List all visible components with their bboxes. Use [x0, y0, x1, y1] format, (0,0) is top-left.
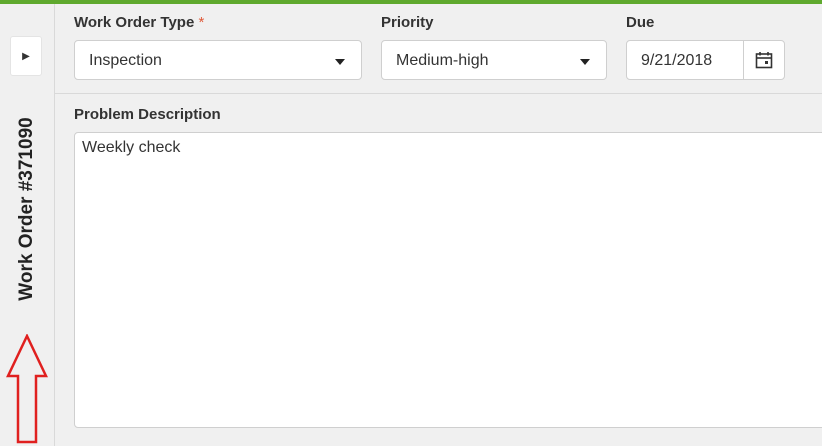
due-date-value: 9/21/2018 — [641, 52, 713, 69]
work-order-title: Work Order #371090 — [16, 117, 37, 301]
priority-value: Medium-high — [396, 52, 489, 69]
due-date-field[interactable]: 9/21/2018 — [626, 40, 785, 80]
calendar-icon — [755, 52, 773, 69]
due-label: Due — [626, 14, 655, 31]
expand-panel-button[interactable]: ▶ — [10, 36, 42, 76]
caret-right-icon: ▶ — [22, 50, 30, 62]
section-divider — [55, 93, 822, 94]
work-order-type-select[interactable]: Inspection — [74, 40, 362, 80]
problem-description-label: Problem Description — [74, 106, 221, 123]
problem-description-textarea[interactable]: Weekly check — [74, 132, 822, 428]
work-order-type-label: Work Order Type * — [74, 14, 205, 31]
outline-up-arrow-icon — [6, 334, 48, 444]
calendar-button[interactable] — [743, 41, 784, 79]
work-order-type-value: Inspection — [89, 52, 162, 69]
chevron-down-icon — [580, 59, 590, 65]
required-marker: * — [198, 14, 205, 31]
priority-select[interactable]: Medium-high — [381, 40, 607, 80]
chevron-down-icon — [335, 59, 345, 65]
work-order-form: Work Order Type * Inspection Priority Me… — [55, 4, 822, 446]
side-panel: ▶ Work Order #371090 — [0, 4, 55, 446]
priority-label: Priority — [381, 14, 434, 31]
